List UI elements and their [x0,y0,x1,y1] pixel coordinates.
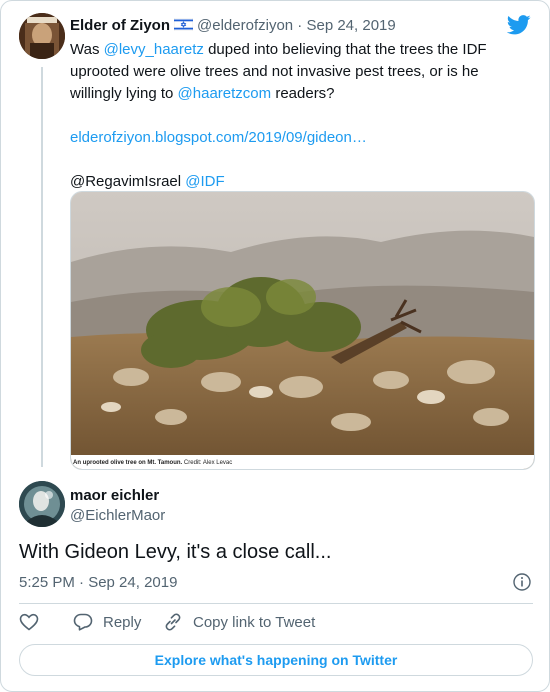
mention-link[interactable]: @IDF [185,173,224,190]
avatar-image [19,481,65,527]
heart-icon [19,613,39,631]
tweet-text: With Gideon Levy, it's a close call... [19,541,332,563]
uprooted-tree-photo [71,192,534,469]
tweet-embed-card: Elder of Ziyon @elderofziyon · Sep 24, 20… [0,0,550,692]
avatar[interactable] [19,13,65,59]
link-icon [165,613,181,631]
quoted-tweet-text: Was @levy_haaretz duped into believing t… [70,39,520,193]
display-name[interactable]: Elder of Ziyon [70,17,170,34]
thread-connector [41,67,43,467]
mention-link[interactable]: @levy_haaretz [104,41,204,58]
mention-link[interactable]: @haaretzcom [178,85,272,102]
mention-text: @RegavimIsrael [70,173,182,190]
tweet-photo[interactable]: An uprooted olive tree on Mt. Tamoun. Cr… [70,191,535,470]
reply-bubble-icon [73,613,93,631]
avatar[interactable] [19,481,65,527]
explore-button[interactable]: Explore what's happening on Twitter [19,644,533,676]
url-link[interactable]: elderofziyon.blogspot.com/2019/09/gideon… [70,129,367,146]
avatar-image [19,13,65,59]
quoted-tweet-header: Elder of Ziyon @elderofziyon · Sep 24, 20… [70,17,396,34]
text-segment: readers? [271,85,335,102]
copy-link-label: Copy link to Tweet [193,613,316,631]
display-name[interactable]: maor eichler [70,487,159,504]
text-segment: Was [70,41,104,58]
divider [19,603,533,604]
reply-button[interactable]: Reply [73,613,141,631]
israel-flag-icon [174,18,194,31]
handle[interactable]: @EichlerMaor [70,507,165,524]
caption-credit: Credit: Alex Levac [183,460,233,466]
handle[interactable]: @elderofziyon [197,17,293,34]
separator-dot: · [297,17,303,34]
image-caption: An uprooted olive tree on Mt. Tamoun. Cr… [73,460,232,466]
caption-title: An uprooted olive tree on Mt. Tamoun. [73,460,183,466]
tweet-date[interactable]: Sep 24, 2019 [306,17,395,34]
tweet-timestamp[interactable]: 5:25 PM · Sep 24, 2019 [19,574,177,591]
like-button[interactable] [19,613,49,631]
copy-link-button[interactable]: Copy link to Tweet [163,613,315,631]
twitter-bird-icon[interactable] [507,15,531,35]
info-icon[interactable] [513,573,531,591]
reply-label: Reply [103,613,142,631]
